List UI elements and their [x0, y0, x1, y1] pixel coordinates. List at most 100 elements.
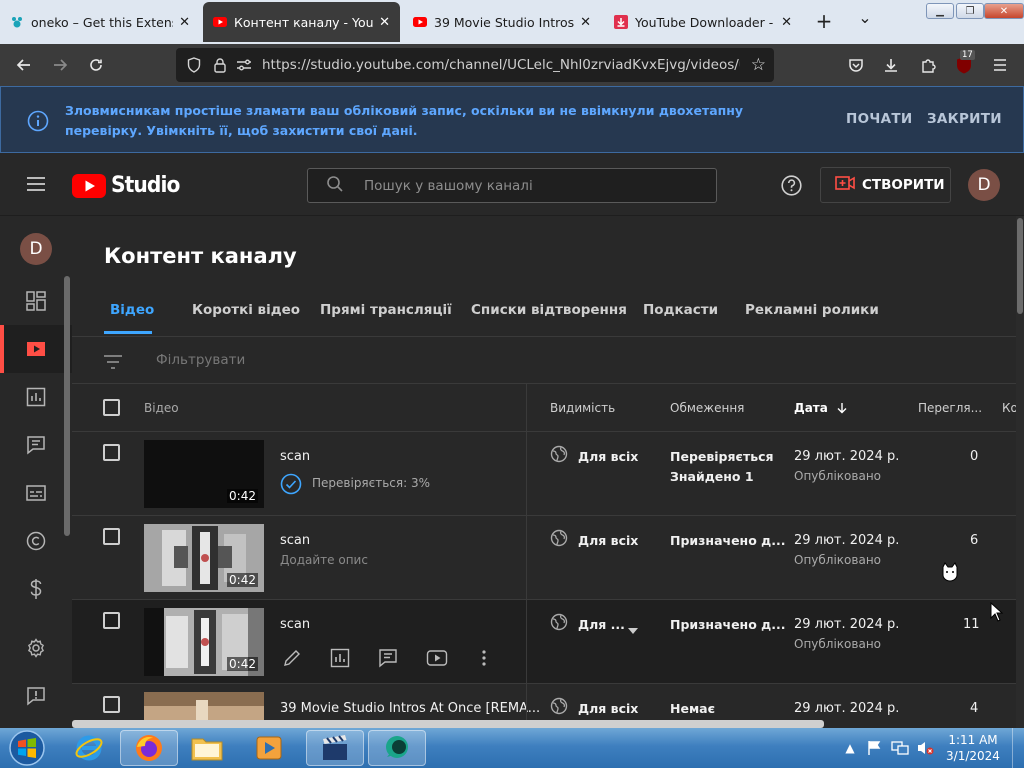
header-visibility[interactable]: Видимість	[550, 401, 615, 415]
filter-icon[interactable]	[103, 354, 123, 373]
downloads-icon[interactable]	[877, 44, 905, 86]
nav-subtitles[interactable]	[0, 469, 72, 517]
row-checkbox[interactable]	[103, 696, 120, 713]
row-checkbox[interactable]	[103, 444, 120, 461]
page-scrollbar[interactable]	[1017, 218, 1023, 314]
browser-tab-movie-intros[interactable]: 39 Movie Studio Intros At O ✕	[403, 4, 601, 40]
taskbar-explorer[interactable]	[182, 730, 232, 766]
filter-input[interactable]: Фільтрувати	[156, 352, 245, 368]
channel-avatar[interactable]: D	[20, 233, 52, 265]
action-center-flag-icon[interactable]	[864, 728, 884, 768]
nav-earn[interactable]	[0, 565, 72, 613]
taskbar-video-editor[interactable]	[306, 730, 364, 766]
header-views[interactable]: Перегля...	[918, 401, 982, 415]
close-tab-icon[interactable]: ✕	[173, 15, 190, 30]
header-restrictions[interactable]: Обмеження	[670, 401, 744, 415]
video-title[interactable]: scan	[280, 533, 310, 548]
shield-icon[interactable]	[184, 57, 204, 73]
bookmark-star-icon[interactable]: ☆	[751, 55, 766, 75]
taskbar-app[interactable]	[368, 730, 426, 766]
edit-pencil-icon[interactable]	[282, 648, 302, 672]
taskbar-internet-explorer[interactable]	[66, 730, 112, 766]
account-avatar[interactable]: D	[968, 169, 1000, 201]
video-title[interactable]: scan	[280, 449, 310, 464]
lock-icon[interactable]	[212, 57, 228, 73]
taskbar-media-player[interactable]	[244, 730, 294, 766]
volume-muted-icon[interactable]	[914, 728, 936, 768]
table-row[interactable]: 0:42 scan Для ... Призначено д... 29 лют…	[72, 600, 1024, 684]
close-tab-icon[interactable]: ✕	[574, 15, 591, 30]
paw-icon	[10, 15, 24, 29]
restriction-detail[interactable]: Знайдено 1	[670, 469, 754, 484]
sidenav-scrollbar[interactable]	[64, 276, 70, 536]
show-desktop-button[interactable]	[1012, 728, 1024, 768]
reload-icon[interactable]	[82, 44, 110, 86]
permissions-icon[interactable]	[236, 58, 252, 72]
restore-button[interactable]: ❐	[956, 3, 984, 19]
show-hidden-icons[interactable]: ▲	[842, 728, 858, 768]
nav-feedback[interactable]	[0, 672, 72, 720]
start-button[interactable]: ПОЧАТИ	[846, 111, 912, 127]
table-row[interactable]: 0:42 scan Перевіряється: 3% Для всіх Пер…	[72, 432, 1024, 516]
search-input[interactable]: Пошук у вашому каналі	[364, 178, 533, 194]
video-thumbnail[interactable]: 0:42	[144, 608, 264, 676]
tab-live[interactable]: Прямі трансляції	[320, 302, 452, 318]
network-icon[interactable]	[890, 728, 910, 768]
header-date[interactable]: Дата	[794, 401, 848, 415]
header-video: Відео	[144, 401, 179, 415]
visibility-value: Для всіх	[578, 533, 639, 548]
minimize-button[interactable]: ▁	[926, 3, 954, 19]
address-bar[interactable]: https://studio.youtube.com/channel/UCLel…	[176, 48, 774, 82]
nav-copyright[interactable]	[0, 517, 72, 565]
back-arrow-icon[interactable]	[10, 44, 38, 86]
new-tab-button[interactable]: +	[812, 9, 836, 35]
tab-shorts[interactable]: Короткі відео	[192, 302, 300, 318]
table-row[interactable]: 0:42 scan Додайте опис Для всіх Призначе…	[72, 516, 1024, 600]
nav-comments[interactable]	[0, 421, 72, 469]
close-tab-icon[interactable]: ✕	[373, 15, 390, 30]
channel-search[interactable]: Пошук у вашому каналі	[307, 168, 717, 203]
start-button[interactable]	[6, 729, 48, 767]
nav-content[interactable]	[0, 325, 72, 373]
hamburger-menu-icon[interactable]	[26, 176, 46, 196]
help-icon[interactable]	[781, 175, 802, 200]
close-banner-button[interactable]: ЗАКРИТИ	[927, 111, 1002, 127]
taskbar-firefox[interactable]	[120, 730, 178, 766]
tab-list-button[interactable]: ⌄	[853, 8, 877, 34]
visibility-value[interactable]: Для ...	[578, 617, 625, 632]
nav-dashboard[interactable]	[0, 277, 72, 325]
row-checkbox[interactable]	[103, 612, 120, 629]
clock[interactable]: 1:11 AM 3/1/2024	[940, 728, 1006, 768]
browser-tab-oneko[interactable]: oneko – Get this Extension f ✕	[0, 4, 200, 40]
video-title[interactable]: 39 Movie Studio Intros At Once [REMA...	[280, 701, 540, 716]
tab-playlists[interactable]: Списки відтворення	[471, 302, 627, 318]
select-all-checkbox[interactable]	[103, 399, 120, 416]
tab-promotions[interactable]: Рекламні ролики	[745, 302, 879, 318]
pocket-icon[interactable]	[842, 44, 870, 86]
nav-settings[interactable]	[0, 624, 72, 672]
browser-tab-studio[interactable]: Контент каналу - YouTube ✕	[203, 2, 400, 42]
close-window-button[interactable]: ✕	[984, 3, 1024, 19]
visibility-dropdown-icon[interactable]	[628, 619, 638, 638]
close-tab-icon[interactable]: ✕	[775, 15, 792, 30]
youtube-play-icon[interactable]	[426, 648, 448, 672]
more-options-icon[interactable]	[476, 648, 492, 672]
forward-arrow-icon[interactable]	[46, 44, 74, 86]
film-clapper-icon	[323, 735, 347, 760]
menu-icon[interactable]	[986, 44, 1014, 86]
create-button[interactable]: СТВОРИТИ	[820, 167, 951, 203]
table-horizontal-scrollbar[interactable]	[72, 720, 824, 728]
analytics-icon[interactable]	[330, 648, 350, 672]
ublock-icon[interactable]: 17	[950, 44, 978, 86]
comments-icon[interactable]	[378, 648, 398, 672]
video-thumbnail[interactable]: 0:42	[144, 524, 264, 592]
video-title[interactable]: scan	[280, 617, 310, 632]
tab-videos[interactable]: Відео	[110, 302, 154, 318]
row-checkbox[interactable]	[103, 528, 120, 545]
browser-tab-downloader[interactable]: YouTube Downloader - Dow ✕	[604, 4, 802, 40]
studio-logo[interactable]: Studio	[72, 173, 185, 198]
nav-analytics[interactable]	[0, 373, 72, 421]
tab-podcasts[interactable]: Подкасти	[643, 302, 718, 318]
extensions-icon[interactable]	[914, 44, 942, 86]
video-thumbnail[interactable]: 0:42	[144, 440, 264, 508]
